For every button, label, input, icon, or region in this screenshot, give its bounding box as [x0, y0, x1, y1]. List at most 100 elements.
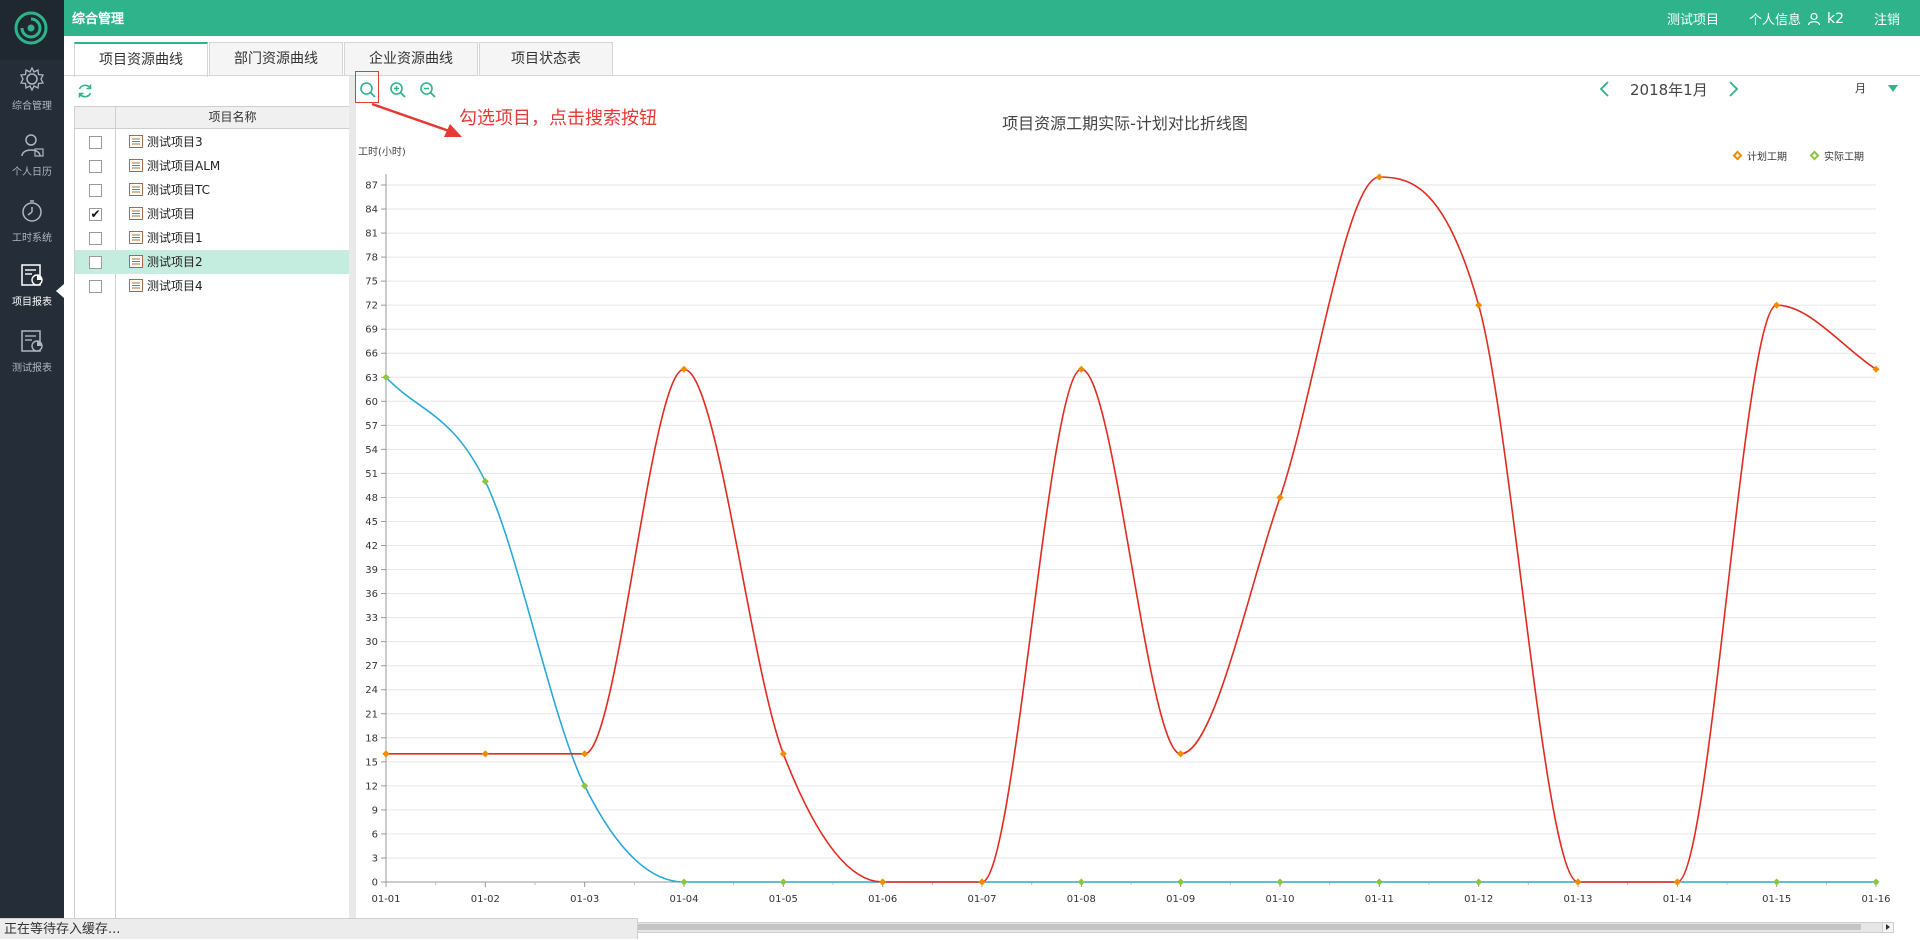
tab-department-resource-curve[interactable]: 部门资源曲线	[209, 42, 343, 76]
username[interactable]: k2	[1827, 11, 1844, 27]
document-icon	[129, 279, 143, 292]
x-tick-label: 01-01	[371, 894, 400, 905]
sidebar-item-timesheet[interactable]: 工时系统	[0, 198, 64, 254]
y-tick-label: 27	[365, 661, 378, 672]
legend-item-actual[interactable]: 实际工期	[1809, 148, 1864, 163]
chevron-down-icon	[1888, 84, 1898, 92]
data-point-plan[interactable]	[481, 750, 489, 758]
data-point-actual[interactable]	[1872, 878, 1880, 886]
document-icon	[129, 159, 143, 172]
document-icon	[129, 255, 143, 268]
tab-bar: 项目资源曲线 部门资源曲线 企业资源曲线 项目状态表	[74, 42, 614, 77]
x-tick-label: 01-16	[1861, 894, 1890, 905]
sidebar-item-label: 工时系统	[12, 233, 52, 244]
x-tick-label: 01-07	[967, 894, 996, 905]
tree-row[interactable]: 测试项目TC	[75, 178, 349, 202]
project-checkbox[interactable]	[89, 160, 102, 173]
data-point-actual[interactable]	[1077, 878, 1085, 886]
search-icon[interactable]	[358, 80, 378, 100]
chevron-left-icon[interactable]	[1594, 78, 1616, 100]
project-name: 测试项目3	[147, 135, 203, 149]
project-checkbox[interactable]	[89, 280, 102, 293]
sidebar-item-project-report[interactable]: 项目报表	[0, 262, 64, 318]
project-checkbox[interactable]	[89, 232, 102, 245]
project-name: 测试项目4	[147, 279, 203, 293]
current-project-link[interactable]: 测试项目	[1667, 9, 1719, 28]
stopwatch-icon	[22, 200, 42, 222]
data-point-actual[interactable]	[680, 878, 688, 886]
data-point-actual[interactable]	[481, 477, 489, 485]
chevron-right-icon[interactable]	[1722, 78, 1744, 100]
data-point-plan[interactable]	[680, 365, 688, 373]
legend-label-actual: 实际工期	[1824, 152, 1864, 163]
data-point-plan[interactable]	[1475, 301, 1483, 309]
logo	[0, 0, 64, 60]
scroll-right-arrow-icon[interactable]	[1882, 923, 1893, 932]
sidebar-item-label: 综合管理	[12, 101, 52, 112]
data-point-plan[interactable]	[1177, 750, 1185, 758]
tree-row[interactable]: ✔ 测试项目	[75, 202, 349, 226]
y-tick-label: 42	[365, 541, 378, 552]
legend-item-plan[interactable]: 计划工期	[1732, 148, 1787, 163]
data-point-plan[interactable]	[1673, 878, 1681, 886]
project-checkbox[interactable]	[89, 136, 102, 149]
data-point-plan[interactable]	[382, 750, 390, 758]
tree-row[interactable]: 测试项目3	[75, 130, 349, 154]
x-tick-label: 01-12	[1464, 894, 1493, 905]
tree-header: 项目名称	[75, 107, 349, 129]
period-select[interactable]: 月	[1855, 80, 1898, 96]
data-point-plan[interactable]	[879, 878, 887, 886]
zoom-in-icon[interactable]	[388, 80, 408, 100]
project-checkbox[interactable]	[89, 184, 102, 197]
data-point-plan[interactable]	[1276, 493, 1284, 501]
data-point-plan[interactable]	[1574, 878, 1582, 886]
project-checkbox[interactable]: ✔	[89, 208, 102, 221]
refresh-icon[interactable]	[76, 82, 94, 100]
personal-info-link[interactable]: 个人信息	[1749, 9, 1801, 28]
data-point-plan[interactable]	[581, 750, 589, 758]
data-point-plan[interactable]	[779, 750, 787, 758]
data-point-plan[interactable]	[1077, 365, 1085, 373]
zoom-out-icon[interactable]	[418, 80, 438, 100]
person-icon	[21, 134, 44, 157]
top-bar: 综合管理 测试项目 个人信息 k2 注销	[64, 0, 1920, 36]
project-name: 测试项目TC	[147, 183, 211, 197]
x-tick-label: 01-02	[471, 894, 500, 905]
sidebar-item-test-report[interactable]: 测试报表	[0, 328, 64, 384]
data-point-actual[interactable]	[1475, 878, 1483, 886]
project-checkbox[interactable]	[89, 256, 102, 269]
x-tick-label: 01-04	[669, 894, 698, 905]
data-point-actual[interactable]	[1773, 878, 1781, 886]
tab-project-status-table[interactable]: 项目状态表	[479, 42, 613, 76]
y-tick-label: 75	[365, 277, 378, 288]
sidebar-item-calendar[interactable]: 个人日历	[0, 132, 64, 188]
tree-row[interactable]: 测试项目1	[75, 226, 349, 250]
tree-row[interactable]: 测试项目4	[75, 274, 349, 298]
y-tick-label: 60	[365, 397, 378, 408]
x-tick-label: 01-06	[868, 894, 897, 905]
tree-row[interactable]: 测试项目2	[75, 250, 349, 274]
data-point-actual[interactable]	[1177, 878, 1185, 886]
data-point-actual[interactable]	[581, 782, 589, 790]
document-icon	[129, 231, 143, 244]
sidebar-item-general[interactable]: 综合管理	[0, 66, 64, 122]
y-tick-label: 84	[365, 205, 378, 216]
tab-project-resource-curve[interactable]: 项目资源曲线	[74, 42, 208, 77]
data-point-plan[interactable]	[1773, 301, 1781, 309]
panel-splitter[interactable]	[349, 76, 356, 924]
y-tick-label: 36	[365, 589, 378, 600]
y-tick-label: 72	[365, 301, 378, 312]
sidebar-item-label: 测试报表	[12, 363, 52, 374]
data-point-actual[interactable]	[779, 878, 787, 886]
data-point-plan[interactable]	[1375, 173, 1383, 181]
y-tick-label: 57	[365, 421, 378, 432]
y-axis-title: 工时(小时)	[358, 147, 406, 158]
x-tick-label: 01-05	[769, 894, 798, 905]
x-tick-label: 01-13	[1563, 894, 1592, 905]
data-point-actual[interactable]	[1375, 878, 1383, 886]
data-point-plan[interactable]	[978, 878, 986, 886]
tree-row[interactable]: 测试项目ALM	[75, 154, 349, 178]
logout-link[interactable]: 注销	[1874, 9, 1900, 28]
data-point-actual[interactable]	[1276, 878, 1284, 886]
annotation-text: 勾选项目，点击搜索按钮	[459, 108, 657, 129]
